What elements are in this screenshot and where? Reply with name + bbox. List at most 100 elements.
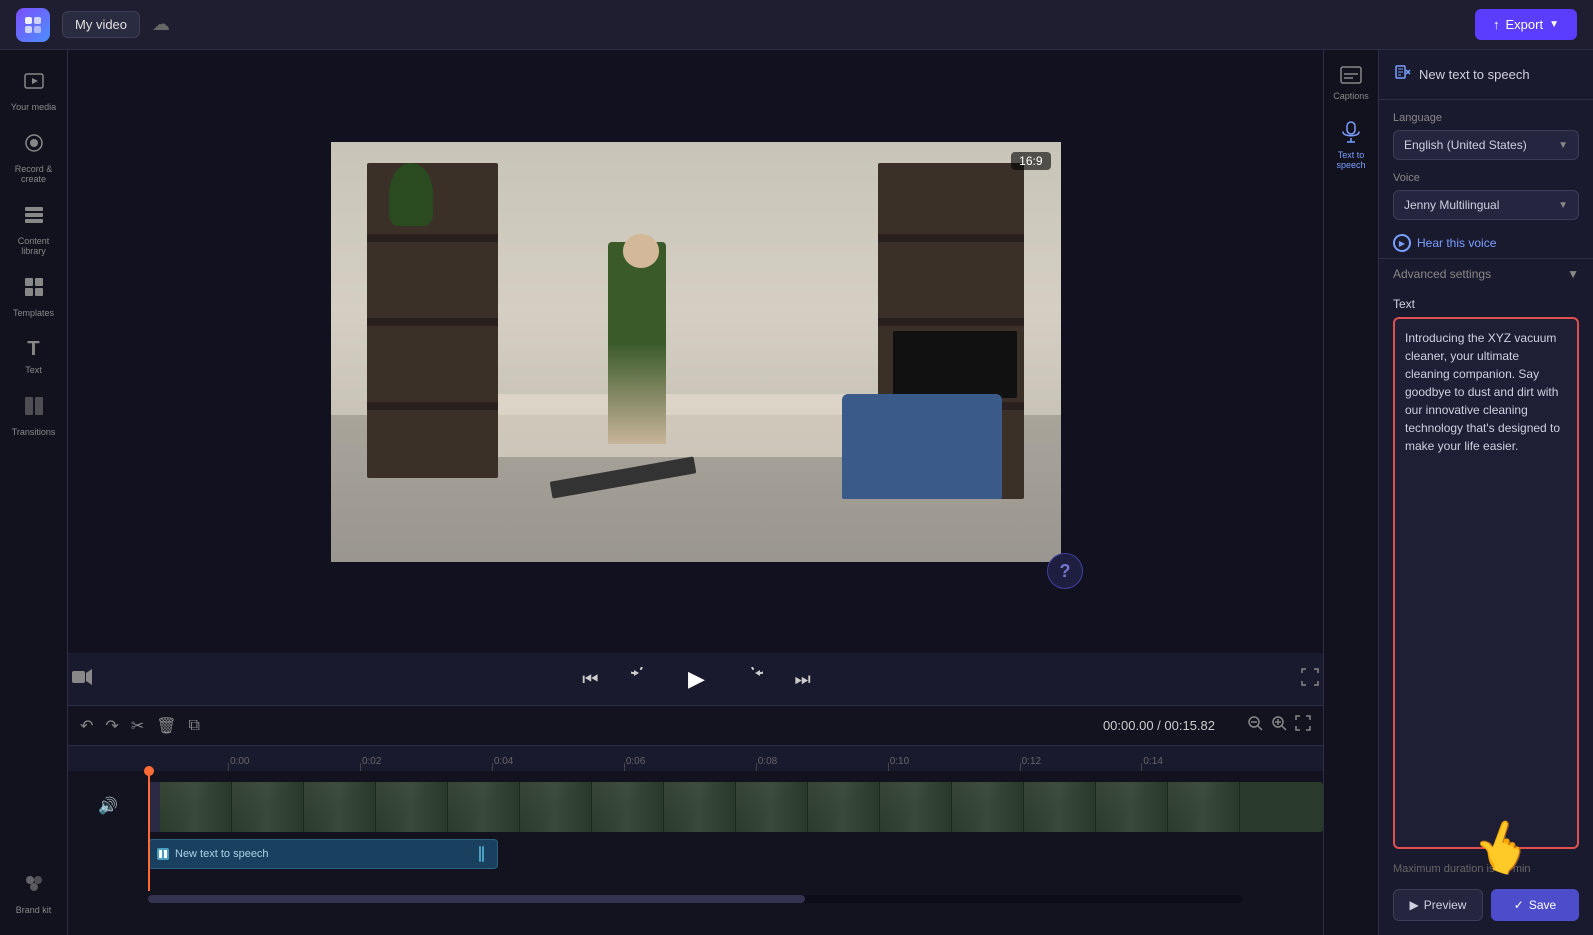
transitions-icon [23,395,45,423]
voice-value: Jenny Multilingual [1404,198,1499,212]
tts-end-handle[interactable] [479,844,489,864]
center-content: 16:9 › ? ⏮ ▶ [68,50,1323,935]
advanced-settings-row[interactable]: Advanced settings ▼ [1379,258,1593,289]
zoom-controls [1247,715,1311,736]
video-controls: ⏮ ▶ ⏭ [68,653,1323,705]
main-area: Your media Record &create Contentlibrary [0,50,1593,935]
voice-select[interactable]: Jenny Multilingual ▼ [1393,190,1579,220]
content-library-icon [23,204,45,232]
topbar: My video ☁ ↑ Export ▼ [0,0,1593,50]
video-track [148,779,1323,835]
voice-label: Voice [1393,172,1579,184]
time-display: 00:00.00 / 00:15.82 [1103,718,1215,733]
language-select[interactable]: English (United States) ▼ [1393,130,1579,160]
expand-timeline-button[interactable] [1295,715,1311,736]
export-button[interactable]: ↑ Export ▼ [1475,9,1577,40]
track-left-handle[interactable] [148,782,160,832]
tts-panel: New text to speech Language English (Uni… [1378,50,1593,935]
text-input[interactable] [1395,319,1577,847]
brand-kit-icon [23,873,45,901]
tts-track-label: New text to speech [175,848,269,860]
copy-button[interactable]: ⧉ [189,717,200,735]
thumb-6 [520,782,592,832]
play-button[interactable]: ▶ [679,661,715,697]
thumb-14 [1096,782,1168,832]
language-chevron-icon: ▼ [1558,140,1568,151]
ruler-mark-2: 0:02 [360,746,492,771]
undo-button[interactable]: ↶ [80,716,93,736]
thumb-8 [664,782,736,832]
sidebar-item-record-create[interactable]: Record &create [4,124,64,192]
tts-sidebar-item[interactable]: Text tospeech [1328,113,1373,178]
camera-icon-button[interactable] [68,665,96,694]
rewind-button[interactable] [627,663,655,696]
scrollbar-thumb[interactable] [148,895,805,903]
sidebar-label-brand-kit: Brand kit [16,905,52,915]
right-sidebar: Captions Text tospeech [1323,50,1378,935]
sidebar-item-content-library[interactable]: Contentlibrary [4,196,64,264]
hear-voice-button[interactable]: ▶ Hear this voice [1379,228,1593,258]
sidebar-label-record-create: Record &create [15,164,53,184]
left-sidebar: Your media Record &create Contentlibrary [0,50,68,935]
timeline-scrollbar[interactable] [148,895,1243,903]
tts-track: New text to speech [148,839,1323,875]
sidebar-item-templates[interactable]: Templates [4,268,64,326]
thumb-15 [1168,782,1240,832]
sidebar-item-brand-kit[interactable]: Brand kit [4,865,64,923]
export-dropdown-arrow: ▼ [1549,19,1559,30]
project-name[interactable]: My video [62,11,140,38]
video-preview: 16:9 › ? [68,50,1323,653]
preview-button[interactable]: ▶ Preview [1393,889,1483,921]
zoom-in-button[interactable] [1271,715,1287,736]
cut-button[interactable]: ✂ [131,716,144,736]
app-logo [16,8,50,42]
video-frame [331,142,1061,562]
tts-pause-icon [157,848,169,860]
tts-track-bar[interactable]: New text to speech [148,839,498,869]
cloud-sync-icon: ☁ [152,14,170,35]
save-button[interactable]: ✓ Save [1491,889,1579,921]
tts-panel-text-icon [1395,64,1411,85]
skip-forward-button[interactable]: ⏭ [791,665,815,694]
sidebar-item-transitions[interactable]: Transitions [4,387,64,445]
ruler-mark-10: 0:10 [888,746,1020,771]
help-button[interactable]: ? [1047,553,1083,589]
sidebar-item-text[interactable]: T Text [4,330,64,383]
preview-play-icon: ▶ [1410,898,1419,912]
timeline-toolbar: ↶ ↷ ✂ 🗑 ⧉ 00:00.00 / 00:15.82 [68,706,1323,746]
thumb-3 [304,782,376,832]
video-thumbnails[interactable] [160,782,1323,832]
sidebar-label-content-library: Contentlibrary [18,236,50,256]
timeline-section: ↶ ↷ ✂ 🗑 ⧉ 00:00.00 / 00:15.82 [68,705,1323,935]
captions-icon [1340,66,1362,87]
export-icon: ↑ [1493,17,1500,32]
delete-button[interactable]: 🗑 [156,716,176,736]
hear-voice-label: Hear this voice [1417,236,1496,250]
sidebar-label-text: Text [25,365,42,375]
sidebar-item-your-media[interactable]: Your media [4,62,64,120]
tts-panel-header: New text to speech [1379,50,1593,100]
sidebar-label-templates: Templates [13,308,54,318]
video-canvas: 16:9 › [331,142,1061,562]
sidebar-label-transitions: Transitions [12,427,56,437]
language-section: Language English (United States) ▼ [1379,100,1593,168]
play-circle-icon: ▶ [1393,234,1411,252]
thumb-2 [232,782,304,832]
your-media-icon [23,70,45,98]
save-label: Save [1529,898,1556,912]
forward-button[interactable] [739,663,767,696]
language-value: English (United States) [1404,138,1527,152]
thumb-13 [1024,782,1096,832]
templates-icon [23,276,45,304]
tts-actions: ▶ Preview ✓ Save [1379,881,1593,935]
tts-panel-title: New text to speech [1419,67,1530,82]
redo-button[interactable]: ↷ [105,716,118,736]
ruler-mark-14: 0:14 [1141,746,1232,771]
timeline-ruler: 0:00 0:02 0:04 0:06 0:08 0:10 0:12 0:14 [68,746,1323,771]
fullscreen-button[interactable] [1297,664,1323,695]
captions-sidebar-item[interactable]: Captions [1325,58,1377,109]
skip-back-button[interactable]: ⏮ [578,665,602,694]
zoom-out-button[interactable] [1247,715,1263,736]
aspect-ratio-badge[interactable]: 16:9 [1011,152,1050,170]
track-area: 🔊 [68,771,1323,891]
